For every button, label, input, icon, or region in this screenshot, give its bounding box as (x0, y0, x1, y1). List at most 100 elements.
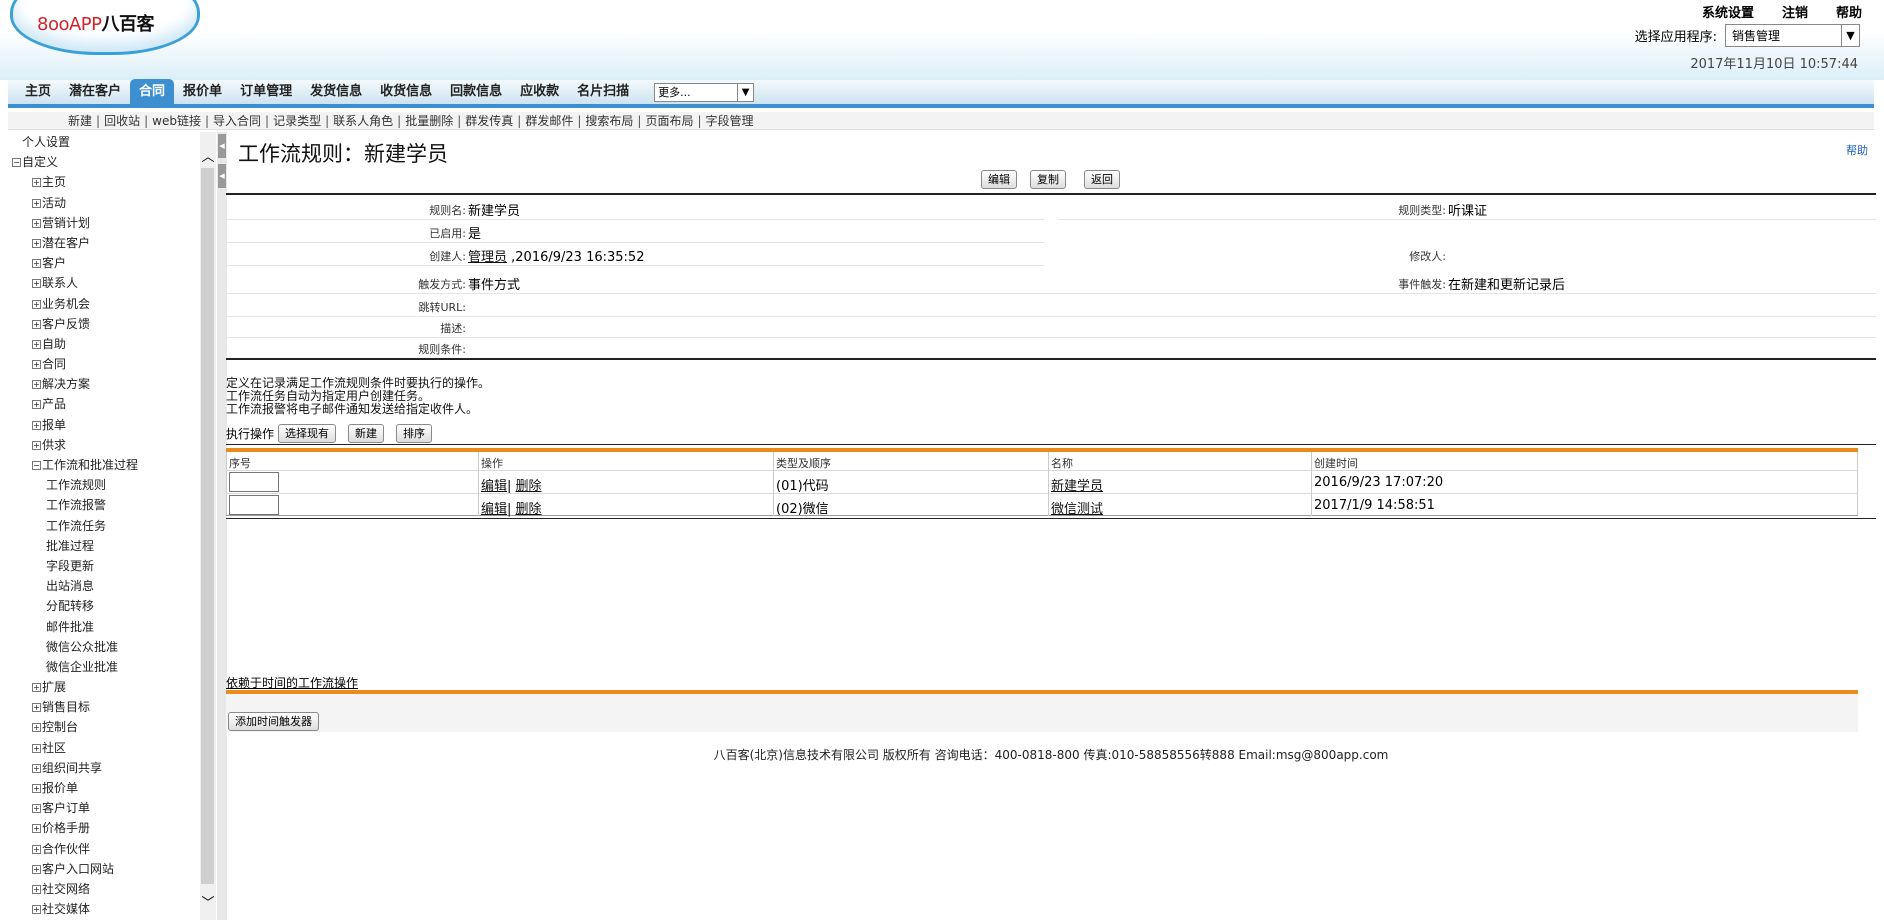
expand-icon[interactable]: + (32, 884, 41, 894)
tree-item[interactable]: + 营销计划 (8, 213, 198, 233)
tree-item[interactable]: + 客户 (8, 253, 198, 273)
expand-icon[interactable]: + (32, 400, 41, 410)
copy-button[interactable]: 复制 (1030, 170, 1066, 189)
tree-item-workflow-child[interactable]: 微信公众批准 (8, 637, 198, 657)
expand-icon[interactable]: + (32, 259, 41, 269)
row-name-link[interactable]: 微信测试 (1051, 498, 1103, 517)
expand-icon[interactable]: + (32, 703, 41, 713)
row-delete-link[interactable]: 删除 (516, 502, 542, 517)
creator-link[interactable]: 管理员 (468, 250, 507, 265)
expand-icon[interactable]: + (32, 178, 41, 188)
scroll-down-icon[interactable]: ﹀ (200, 892, 216, 911)
add-time-trigger-button[interactable]: 添加时间触发器 (228, 712, 319, 731)
tree-item-workflow-child[interactable]: 微信企业批准 (8, 657, 198, 677)
more-tabs-select[interactable]: 更多... ▼ (654, 82, 755, 102)
help-top-link[interactable]: 帮助 (1836, 2, 1862, 21)
tree-item[interactable]: + 合同 (8, 354, 198, 374)
tree-item[interactable]: + 合作伙伴 (8, 839, 198, 859)
row-delete-link[interactable]: 删除 (516, 479, 542, 494)
collapse-tree-icon[interactable]: − (12, 158, 21, 168)
subnav-link[interactable]: 群发传真 (465, 114, 513, 128)
expand-icon[interactable]: + (32, 763, 41, 773)
tree-item[interactable]: + 社区 (8, 738, 198, 758)
subnav-link[interactable]: 页面布局 (645, 114, 693, 128)
tree-item[interactable]: + 价格手册 (8, 818, 198, 838)
sidebar-scrollbar[interactable]: ︿ ﹀ (200, 132, 216, 920)
expand-icon[interactable]: + (32, 864, 41, 874)
tree-item-workflow-child[interactable]: 工作流报警 (8, 495, 198, 515)
tree-item-workflow[interactable]: − 工作流和批准过程 (8, 455, 198, 475)
collapse-tree-icon[interactable]: − (32, 461, 41, 470)
tree-item[interactable]: + 社交媒体 (8, 899, 198, 919)
tree-item-workflow-child[interactable]: 出站消息 (8, 576, 198, 596)
logout-link[interactable]: 注销 (1782, 2, 1808, 21)
expand-icon[interactable]: + (32, 299, 41, 309)
new-action-button[interactable]: 新建 (348, 423, 385, 443)
tab-shipping[interactable]: 发货信息 (301, 79, 371, 105)
expand-icon[interactable]: + (32, 279, 41, 289)
tab-orders[interactable]: 订单管理 (231, 79, 301, 105)
tree-item[interactable]: + 活动 (8, 193, 198, 213)
tree-item[interactable]: + 客户反馈 (8, 314, 198, 334)
expand-icon[interactable]: + (32, 380, 41, 390)
back-button[interactable]: 返回 (1084, 170, 1120, 189)
tree-item[interactable]: + 主页 (8, 172, 198, 192)
expand-icon[interactable]: + (32, 743, 41, 753)
expand-icon[interactable]: + (32, 198, 41, 208)
row-name-link[interactable]: 新建学员 (1051, 475, 1103, 494)
select-existing-button[interactable]: 选择现有 (278, 423, 337, 443)
logo[interactable]: 8ooAPP八百客 (10, 0, 200, 55)
subnav-link[interactable]: 回收站 (104, 114, 140, 128)
subnav-link[interactable]: web链接 (152, 114, 201, 128)
expand-icon[interactable]: + (32, 824, 41, 834)
subnav-link[interactable]: 群发邮件 (525, 114, 573, 128)
tree-item[interactable]: + 扩展 (8, 677, 198, 697)
collapse-icon-2[interactable]: ◀ (218, 164, 226, 188)
tree-item[interactable]: + 组织间共享 (8, 758, 198, 778)
row-edit-link[interactable]: 编辑 (481, 502, 507, 517)
tree-item[interactable]: + 解决方案 (8, 374, 198, 394)
collapse-icon[interactable]: ◀ (218, 134, 226, 158)
expand-icon[interactable]: + (32, 218, 41, 228)
scroll-thumb[interactable] (201, 168, 214, 884)
tree-item-workflow-child[interactable]: 字段更新 (8, 556, 198, 576)
sort-button[interactable]: 排序 (396, 423, 433, 443)
tree-item-workflow-child[interactable]: 工作流规则 (8, 475, 198, 495)
tree-item[interactable]: + 报单 (8, 415, 198, 435)
tree-item-workflow-child[interactable]: 批准过程 (8, 536, 198, 556)
tree-item[interactable]: + 社交网络 (8, 879, 198, 899)
tree-item-personal[interactable]: 个人设置 (8, 132, 198, 152)
tree-item[interactable]: + 业务机会 (8, 294, 198, 314)
tree-item-workflow-child[interactable]: 分配转移 (8, 596, 198, 616)
expand-icon[interactable]: + (32, 420, 41, 430)
tab-receiving[interactable]: 收货信息 (371, 79, 441, 105)
tree-item[interactable]: + 供求 (8, 435, 198, 455)
scroll-up-icon[interactable]: ︿ (200, 146, 216, 165)
tree-item[interactable]: + 潜在客户 (8, 233, 198, 253)
tab-payments[interactable]: 回款信息 (441, 79, 511, 105)
row-index-input[interactable] (229, 472, 279, 492)
expand-icon[interactable]: + (32, 360, 41, 370)
edit-button[interactable]: 编辑 (981, 170, 1017, 189)
row-index-input[interactable] (229, 495, 279, 515)
subnav-link[interactable]: 记录类型 (273, 114, 321, 128)
tree-item-workflow-child[interactable]: 工作流任务 (8, 516, 198, 536)
subnav-link[interactable]: 联系人角色 (333, 114, 393, 128)
tab-card-scan[interactable]: 名片扫描 (568, 79, 638, 105)
help-link[interactable]: 帮助 (1846, 142, 1868, 158)
expand-icon[interactable]: + (32, 683, 41, 693)
expand-icon[interactable]: + (32, 339, 41, 349)
expand-icon[interactable]: + (32, 905, 41, 915)
tree-item[interactable]: + 销售目标 (8, 697, 198, 717)
app-select[interactable]: 销售管理 ▼ (1725, 24, 1860, 47)
tree-item-workflow-child[interactable]: 邮件批准 (8, 617, 198, 637)
expand-icon[interactable]: + (32, 804, 41, 814)
system-settings-link[interactable]: 系统设置 (1702, 2, 1754, 21)
subnav-link[interactable]: 批量删除 (405, 114, 453, 128)
subnav-link[interactable]: 字段管理 (706, 114, 754, 128)
tree-item[interactable]: + 产品 (8, 394, 198, 414)
tree-item[interactable]: + 客户入口网站 (8, 859, 198, 879)
expand-icon[interactable]: + (32, 238, 41, 248)
tree-item-custom[interactable]: − 自定义 (8, 152, 198, 172)
tab-quote[interactable]: 报价单 (174, 79, 231, 105)
